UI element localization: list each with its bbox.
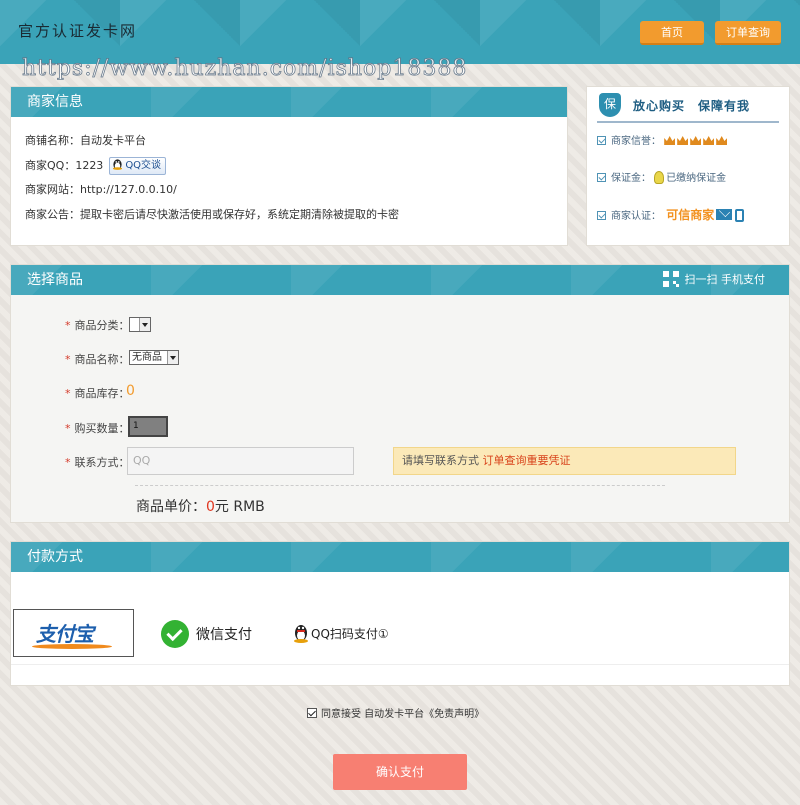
goods-name-select[interactable]: 无商品	[129, 350, 179, 365]
alipay-logo: 支付宝	[36, 622, 94, 646]
required-mark: *	[65, 353, 71, 366]
scan-pay-link[interactable]: 扫一扫 手机支付	[662, 265, 766, 295]
unit-price: 商品单价：0元 RMB	[136, 496, 265, 516]
crown-icon	[664, 136, 676, 145]
bulb-icon	[654, 171, 665, 184]
chevron-down-icon	[167, 351, 178, 364]
credit-row: 商家信誉：	[597, 123, 779, 160]
stock-label: 商品库存：	[74, 387, 130, 400]
crown-icon	[677, 136, 689, 145]
category-label-row: * 商品分类：	[65, 317, 130, 333]
cert-row: 商家认证： 可信商家	[597, 197, 779, 234]
qr-code-icon	[662, 271, 679, 287]
contact-tip-emphasis: 订单查询重要凭证	[482, 454, 571, 467]
qq-pay-option[interactable]: QQ扫码支付①	[293, 623, 389, 643]
agree-checkbox[interactable]	[307, 708, 317, 718]
merchant-info-title: 商家信息	[11, 87, 567, 117]
crown-rating	[664, 136, 729, 147]
price-label: 商品单价：	[136, 499, 206, 515]
credit-label: 商家信誉：	[611, 136, 661, 147]
alipay-swoosh-icon	[32, 644, 112, 649]
qq-penguin-icon	[294, 625, 308, 643]
name-label-row: * 商品名称：	[65, 351, 130, 367]
qq-penguin-icon	[113, 158, 123, 170]
merchant-notice: 商家公告：提取卡密后请尽快激活使用或保存好，系统定期清除被提取的卡密	[25, 207, 399, 221]
check-icon	[597, 173, 606, 182]
phone-icon	[735, 209, 745, 222]
crown-icon	[690, 136, 702, 145]
assurance-panel: 保 放心购买 保障有我 商家信誉： 保证金： 已缴纳保证金 商家认证： 可信商家	[586, 86, 790, 246]
qty-label-row: * 购买数量：	[65, 420, 130, 436]
mail-icon	[716, 209, 733, 220]
merchant-qq-row: 商家QQ：1223 QQ交谈	[25, 156, 567, 181]
category-label: 商品分类：	[74, 319, 130, 332]
cert-label: 商家认证：	[611, 211, 661, 222]
deposit-row: 保证金： 已缴纳保证金	[597, 160, 779, 197]
select-goods-panel: 选择商品 扫一扫 手机支付 * 商品分类： * 商品名称： 无商品 * 商品库存： 0…	[10, 264, 790, 523]
merchant-info-panel: 商家信息 商铺名称：自动发卡平台 商家QQ：1223 QQ交谈 商家网站：http…	[10, 86, 568, 246]
top-header: 官方认证发卡网 首页 订单查询	[0, 0, 800, 64]
shield-icon: 保	[599, 93, 621, 117]
wechat-pay-label: 微信支付	[196, 627, 252, 643]
watermark-text: https://www.huzhan.com/ishop18388	[22, 56, 468, 82]
goods-name-value: 无商品	[132, 352, 162, 363]
price-value: 0	[206, 499, 215, 515]
stock-label-row: * 商品库存：	[65, 385, 130, 401]
stock-value: 0	[126, 383, 135, 399]
contact-label-row: * 联系方式：	[65, 454, 130, 470]
contact-tip-text: 请填写联系方式	[402, 454, 483, 467]
site-logo[interactable]: 官方认证发卡网	[18, 20, 137, 41]
required-mark: *	[65, 387, 71, 400]
contact-input[interactable]: QQ	[127, 447, 354, 475]
goods-name-label: 商品名称：	[74, 353, 130, 366]
nav-home-button[interactable]: 首页	[640, 21, 704, 45]
select-goods-title: 选择商品	[27, 272, 83, 288]
divider	[135, 485, 665, 486]
required-mark: *	[65, 456, 71, 469]
quantity-input[interactable]: 1	[128, 416, 168, 437]
agree-text: 同意接受 自动发卡平台《免责声明》	[321, 709, 485, 720]
contact-label: 联系方式：	[74, 456, 130, 469]
confirm-pay-button[interactable]: 确认支付	[333, 754, 467, 790]
trusted-merchant-badge: 可信商家	[666, 208, 715, 222]
payment-panel: 付款方式 支付宝 微信支付 QQ扫码支付①	[10, 541, 790, 686]
merchant-qq: 商家QQ：1223	[25, 158, 104, 172]
contact-tip: 请填写联系方式 订单查询重要凭证	[393, 447, 736, 475]
deposit-value: 已缴纳保证金	[666, 173, 727, 184]
alipay-option[interactable]: 支付宝	[13, 609, 134, 657]
wechat-icon	[161, 620, 189, 648]
quantity-label: 购买数量：	[74, 422, 130, 435]
crown-icon	[716, 136, 728, 145]
qq-pay-label: QQ扫码支付①	[311, 627, 389, 641]
check-icon	[597, 211, 606, 220]
required-mark: *	[65, 422, 71, 435]
select-goods-head: 选择商品 扫一扫 手机支付	[11, 265, 789, 295]
shop-name: 商铺名称：自动发卡平台	[25, 134, 146, 147]
assurance-title: 放心购买 保障有我	[633, 99, 751, 113]
agree-terms[interactable]: 同意接受 自动发卡平台《免责声明》	[307, 705, 484, 720]
deposit-label: 保证金：	[611, 173, 651, 184]
divider	[11, 664, 789, 665]
nav-order-query-button[interactable]: 订单查询	[715, 21, 781, 45]
price-unit: 元 RMB	[214, 499, 265, 515]
wechat-pay-option[interactable]: 微信支付	[161, 620, 252, 648]
chevron-down-icon	[139, 318, 150, 331]
check-icon	[597, 136, 606, 145]
payment-title: 付款方式	[11, 542, 789, 572]
merchant-website: 商家网站：http://127.0.0.10/	[25, 183, 177, 196]
crown-icon	[703, 136, 715, 145]
required-mark: *	[65, 319, 71, 332]
scan-pay-label: 扫一扫 手机支付	[684, 273, 766, 286]
category-select[interactable]	[129, 317, 151, 332]
qq-chat-button[interactable]: QQ交谈	[109, 156, 167, 175]
qq-chat-label: QQ交谈	[125, 159, 162, 171]
